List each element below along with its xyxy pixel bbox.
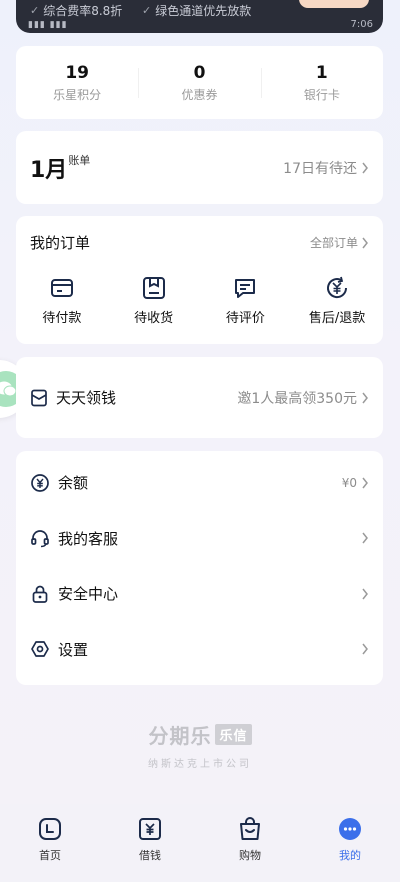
stat-coupons[interactable]: 0 优惠券 bbox=[138, 62, 260, 103]
stat-value: 19 bbox=[65, 63, 89, 83]
menu-item-value: ¥0 bbox=[341, 475, 357, 490]
chevron-right-icon bbox=[362, 162, 368, 173]
settings-menu-card: 余额 ¥0 我的客服 安全中心 设置 bbox=[16, 451, 383, 685]
tab-label: 首页 bbox=[39, 849, 61, 862]
yuan-circle-icon bbox=[31, 473, 49, 492]
brand-tag: 乐信 bbox=[215, 724, 252, 745]
menu-item-customer-service[interactable]: 我的客服 bbox=[16, 511, 383, 567]
menu-item-right bbox=[361, 532, 369, 544]
bill-suffix: 账单 bbox=[68, 153, 91, 167]
order-status-label: 待评价 bbox=[225, 311, 265, 326]
menu-item-left: 余额 bbox=[30, 472, 88, 493]
menu-item-security-center[interactable]: 安全中心 bbox=[16, 566, 383, 622]
check-icon: ✓ bbox=[142, 4, 152, 17]
stat-label: 银行卡 bbox=[303, 88, 340, 102]
benefit-channel: ✓ 绿色通道优先放款 bbox=[142, 2, 251, 19]
upgrade-pill-button[interactable] bbox=[299, 0, 369, 8]
menu-item-settings[interactable]: 设置 bbox=[16, 622, 383, 678]
tab-mine[interactable]: 我的 bbox=[300, 816, 400, 882]
box-icon bbox=[142, 277, 165, 299]
shopping-bag-icon bbox=[240, 817, 260, 840]
order-status-label: 售后/退款 bbox=[308, 311, 366, 326]
order-pending-review[interactable]: 待评价 bbox=[200, 275, 292, 326]
brand-name: 分期乐 bbox=[148, 724, 212, 748]
bill-status-label: 17日有待还 bbox=[283, 160, 357, 177]
all-orders-link[interactable]: 全部订单 bbox=[310, 234, 369, 251]
top-benefits-bar: ✓ 综合费率8.8折 ✓ 绿色通道优先放款 ▮▮▮ ▮▮▮ 7:06 bbox=[16, 0, 383, 33]
headset-icon bbox=[31, 530, 49, 548]
orders-title: 我的订单 bbox=[30, 234, 91, 252]
daily-earn-title-group: 天天领钱 bbox=[30, 387, 116, 408]
chevron-right-icon bbox=[362, 477, 368, 489]
comment-icon bbox=[235, 279, 256, 298]
all-orders-label: 全部订单 bbox=[309, 236, 358, 250]
tab-label: 借钱 bbox=[139, 849, 161, 862]
daily-earn-promo-label: 邀1人最高领350元 bbox=[237, 390, 357, 407]
brand-subtitle: 纳斯达克上市公司 bbox=[148, 759, 252, 770]
tab-label: 我的 bbox=[339, 849, 361, 862]
menu-item-balance[interactable]: 余额 ¥0 bbox=[16, 455, 383, 511]
menu-item-right bbox=[361, 588, 369, 600]
daily-earn-card[interactable]: 天天领钱 邀1人最高领350元 bbox=[16, 357, 383, 438]
loan-icon bbox=[139, 818, 161, 840]
stat-points[interactable]: 19 乐星积分 bbox=[16, 62, 138, 103]
order-status-label: 待付款 bbox=[42, 311, 82, 326]
chevron-right-icon bbox=[362, 588, 368, 600]
order-pending-receipt[interactable]: 待收货 bbox=[108, 275, 200, 326]
brand-footer: 分期乐 乐信 纳斯达克上市公司 bbox=[0, 720, 400, 770]
chevron-right-icon bbox=[362, 237, 368, 248]
stats-card: 19 乐星积分 0 优惠券 1 银行卡 bbox=[16, 46, 383, 119]
wallet-icon bbox=[50, 279, 73, 297]
stat-bank-cards[interactable]: 1 银行卡 bbox=[260, 62, 383, 103]
bill-status[interactable]: 17日有待还 bbox=[283, 158, 369, 178]
menu-item-label: 余额 bbox=[58, 474, 89, 493]
benefit-channel-label: 绿色通道优先放款 bbox=[155, 4, 252, 18]
red-envelope-icon bbox=[31, 389, 47, 406]
stat-label: 乐星积分 bbox=[53, 88, 102, 102]
menu-item-right bbox=[361, 643, 369, 655]
menu-item-right: ¥0 bbox=[342, 476, 369, 490]
stat-value: 1 bbox=[315, 63, 328, 83]
lock-icon bbox=[32, 585, 48, 603]
order-status-grid: 待付款 待收货 待评价 售后/退款 bbox=[16, 275, 383, 326]
bill-month: 1月账单 bbox=[30, 152, 90, 184]
stat-value: 0 bbox=[193, 63, 206, 83]
bottom-tab-bar: 首页 借钱 购物 我的 bbox=[0, 804, 400, 882]
signal-icon: ▮▮▮ ▮▮▮ bbox=[28, 20, 68, 30]
chevron-right-icon bbox=[362, 643, 368, 655]
tab-loan[interactable]: 借钱 bbox=[100, 816, 200, 882]
menu-item-label: 设置 bbox=[58, 640, 89, 659]
stat-label: 优惠券 bbox=[181, 88, 218, 102]
daily-earn-promo[interactable]: 邀1人最高领350元 bbox=[237, 388, 369, 408]
orders-header: 我的订单 全部订单 bbox=[16, 216, 383, 253]
profile-dots-icon bbox=[339, 818, 361, 840]
tab-label: 购物 bbox=[239, 849, 261, 862]
brand-logo: 分期乐 乐信 bbox=[148, 720, 252, 749]
bill-card[interactable]: 1月账单 17日有待还 bbox=[16, 131, 383, 204]
status-time: 7:06 bbox=[350, 19, 373, 30]
settings-hexagon-icon bbox=[31, 641, 49, 658]
menu-item-label: 我的客服 bbox=[58, 529, 119, 548]
benefit-rate: ✓ 综合费率8.8折 bbox=[30, 2, 122, 19]
order-pending-payment[interactable]: 待付款 bbox=[16, 275, 108, 326]
bill-month-label: 1月 bbox=[30, 157, 68, 183]
order-after-sales[interactable]: 售后/退款 bbox=[291, 275, 383, 326]
refund-icon bbox=[327, 276, 348, 299]
tab-shopping[interactable]: 购物 bbox=[200, 816, 300, 882]
menu-item-left: 设置 bbox=[30, 639, 88, 660]
menu-item-left: 安全中心 bbox=[30, 583, 118, 604]
benefit-rate-label: 综合费率8.8折 bbox=[43, 4, 123, 18]
orders-card: 我的订单 全部订单 待付款 待收货 待评价 售后/退款 bbox=[16, 216, 383, 344]
chevron-right-icon bbox=[362, 392, 368, 403]
chevron-right-icon bbox=[362, 532, 368, 544]
tab-home[interactable]: 首页 bbox=[0, 816, 100, 882]
check-icon: ✓ bbox=[30, 4, 40, 17]
daily-earn-title: 天天领钱 bbox=[56, 389, 117, 407]
menu-item-left: 我的客服 bbox=[30, 528, 118, 549]
order-status-label: 待收货 bbox=[134, 311, 174, 326]
menu-item-label: 安全中心 bbox=[58, 585, 119, 604]
home-icon bbox=[39, 818, 61, 840]
